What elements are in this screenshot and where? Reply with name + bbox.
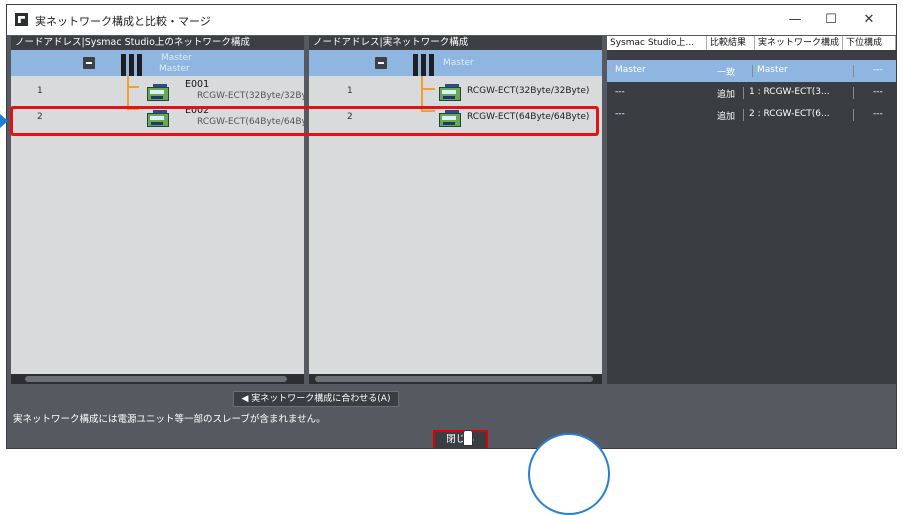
scrollbar-thumb[interactable] [25,376,287,382]
cell-separator [743,87,744,99]
compare-merge-window: 実ネットワーク構成と比較・マージ — ☐ ✕ ノードアドレス|Sysmac St… [6,4,897,449]
device-model: RCGW-ECT(32Byte/32Byte) [467,86,590,96]
comparison-list-header: Sysmac Studio上... 比較結果 実ネットワーク構成 下位構成 [607,36,896,50]
studio-network-header: ノードアドレス|Sysmac Studio上のネットワーク構成 [11,36,304,50]
node-row-1[interactable]: 1 E001 RCGW-ECT(32Byte/32Byte) [11,79,304,104]
cell-sub: --- [873,109,883,119]
device-model: RCGW-ECT(32Byte/32Byte) [197,91,304,101]
cell-studio: --- [615,87,625,97]
comparison-list-pane: Sysmac Studio上... 比較結果 実ネットワーク構成 下位構成 Ma… [607,36,896,384]
cell-actual: 2 : RCGW-ECT(6... [749,109,830,119]
cell-sub: --- [873,87,883,97]
cell-actual: 1 : RCGW-ECT(3... [749,87,830,97]
master-row[interactable]: Master Master [11,50,304,76]
studio-network-pane: ノードアドレス|Sysmac Studio上のネットワーク構成 Master M… [11,36,304,384]
master-row[interactable]: Master [309,50,602,76]
cell-studio: Master [615,65,646,75]
cell-separator [752,65,753,77]
hand-cursor-icon [463,430,473,446]
list-row[interactable]: --- 追加 2 : RCGW-ECT(6... --- [607,104,896,126]
device-icon [147,84,173,102]
cell-studio: --- [615,109,625,119]
cell-sub: --- [873,65,883,75]
master-controller-icon [121,54,143,76]
footer-message: 実ネットワーク構成には電源ユニット等一部のスレーブが含まれません。 [13,414,326,425]
col-result[interactable]: 比較結果 [707,36,755,50]
device-icon [439,84,465,102]
master-sublabel: Master [159,64,190,74]
align-to-actual-button[interactable]: ◀ 実ネットワーク構成に合わせる(A) [233,391,399,407]
actual-network-pane: ノードアドレス|実ネットワーク構成 Master 1 RCGW-ECT(32By… [309,36,602,384]
close-button[interactable]: 閉じる [433,430,488,448]
collapse-icon[interactable] [375,57,387,69]
callout-circle [528,433,610,515]
cell-actual: Master [757,65,788,75]
col-studio[interactable]: Sysmac Studio上... [607,36,707,50]
list-row[interactable]: Master 一致 Master --- [607,60,896,82]
app-icon [15,13,28,26]
window-title: 実ネットワーク構成と比較・マージ [35,15,211,28]
col-actual[interactable]: 実ネットワーク構成 [755,36,843,50]
horizontal-scrollbar[interactable] [309,374,602,384]
highlight-box [10,106,599,136]
scrollbar-thumb[interactable] [315,376,593,382]
master-label: Master [161,53,192,63]
maximize-button[interactable]: ☐ [819,11,843,29]
master-controller-icon [413,54,435,76]
node-address: 1 [347,86,353,96]
title-bar: 実ネットワーク構成と比較・マージ — ☐ ✕ [7,5,896,35]
minimize-button[interactable]: — [783,11,807,29]
actual-network-header: ノードアドレス|実ネットワーク構成 [309,36,602,50]
arrow-marker-icon [0,114,8,128]
device-name: E001 [185,79,210,90]
close-window-button[interactable]: ✕ [857,11,881,29]
horizontal-scrollbar[interactable] [11,374,304,384]
cell-separator [743,109,744,121]
col-sub[interactable]: 下位構成 [843,36,896,50]
cell-separator [853,65,854,77]
collapse-icon[interactable] [83,57,95,69]
list-row[interactable]: --- 追加 1 : RCGW-ECT(3... --- [607,82,896,104]
master-label: Master [443,58,474,68]
cell-result: 一致 [717,68,736,78]
cell-result: 追加 [717,112,736,122]
node-row-1[interactable]: 1 RCGW-ECT(32Byte/32Byte) [309,82,602,104]
cell-separator [853,109,854,121]
cell-separator [853,87,854,99]
cell-result: 追加 [717,90,736,100]
node-address: 1 [37,86,43,96]
